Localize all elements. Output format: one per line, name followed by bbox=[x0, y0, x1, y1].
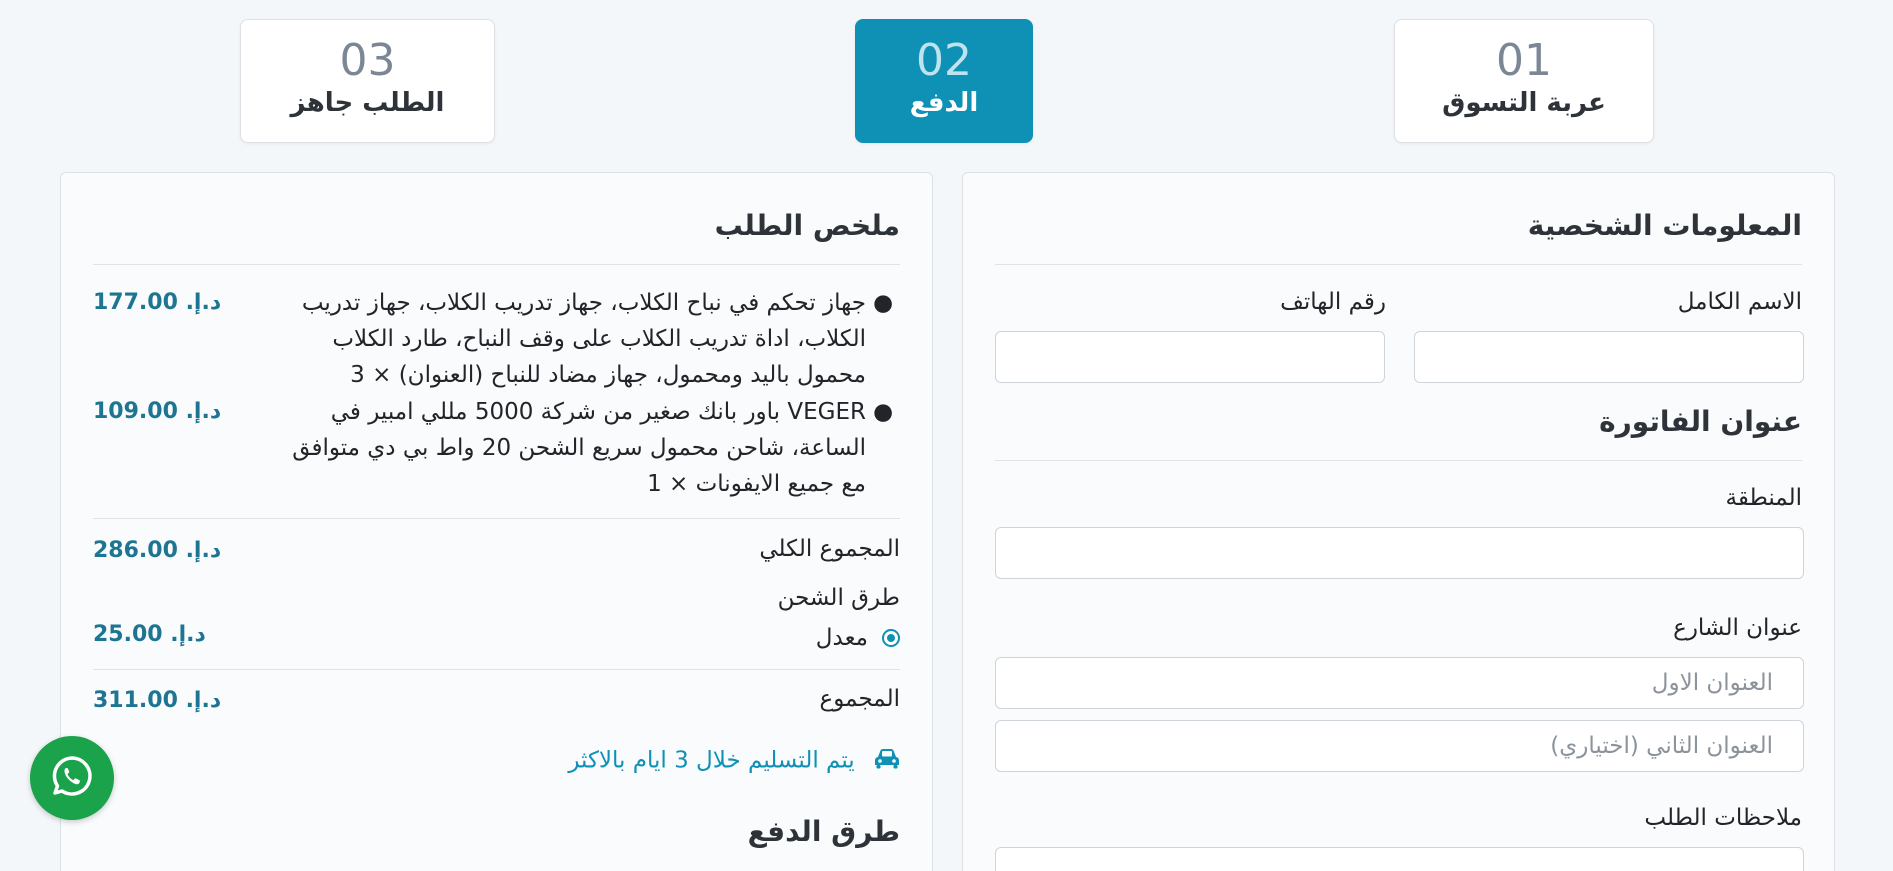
address-line2-input[interactable] bbox=[995, 720, 1804, 772]
region-label: المنطقة bbox=[1725, 485, 1802, 511]
step-label: الدفع bbox=[909, 88, 979, 118]
shipping-option-label: معدل bbox=[815, 625, 868, 651]
item-price: د.إ. 109.00 bbox=[93, 399, 222, 424]
item-price: د.إ. 177.00 bbox=[93, 290, 222, 315]
subtotal-value: د.إ. 286.00 bbox=[93, 538, 222, 563]
subtotal-label: المجموع الكلي bbox=[759, 536, 900, 562]
step-order-ready[interactable]: 03 الطلب جاهز bbox=[240, 19, 495, 143]
phone-input[interactable] bbox=[995, 331, 1385, 383]
order-summary-title: ملخص الطلب bbox=[714, 209, 900, 242]
step-label: عربة التسوق bbox=[1442, 88, 1606, 118]
full-name-input[interactable] bbox=[1414, 331, 1804, 383]
shipping-radio[interactable] bbox=[882, 629, 900, 647]
step-cart[interactable]: 01 عربة التسوق bbox=[1394, 19, 1654, 143]
step-label: الطلب جاهز bbox=[290, 88, 445, 118]
address-line1-input[interactable] bbox=[995, 657, 1804, 709]
whatsapp-icon bbox=[50, 754, 94, 802]
region-input[interactable] bbox=[995, 527, 1804, 579]
divider bbox=[995, 460, 1802, 461]
delivery-note: يتم التسليم خلال 3 ايام بالاكثر bbox=[568, 747, 900, 775]
order-notes-label: ملاحظات الطلب bbox=[1644, 805, 1802, 831]
billing-card: المعلومات الشخصية الاسم الكامل رقم الهات… bbox=[962, 172, 1835, 871]
item-description: VEGER باور بانك صغير من شركة 5000 مللي ا… bbox=[292, 399, 866, 497]
item-description: جهاز تحكم في نباح الكلاب، جهاز تدريب الك… bbox=[301, 290, 866, 388]
street-address-label: عنوان الشارع bbox=[1673, 615, 1802, 641]
total-label: المجموع bbox=[819, 686, 900, 712]
step-payment[interactable]: 02 الدفع bbox=[855, 19, 1033, 143]
shipping-methods-label: طرق الشحن bbox=[777, 585, 900, 611]
divider bbox=[93, 518, 900, 519]
personal-info-title: المعلومات الشخصية bbox=[1527, 209, 1802, 242]
shipping-value: د.إ. 25.00 bbox=[93, 622, 206, 647]
order-notes-input[interactable] bbox=[995, 847, 1804, 871]
bullet: ● bbox=[872, 399, 894, 425]
billing-address-title: عنوان الفاتورة bbox=[1599, 405, 1802, 438]
list-item: د.إ. 109.00 ● VEGER باور بانك صغير من شرك… bbox=[93, 394, 900, 502]
total-value: د.إ. 311.00 bbox=[93, 688, 222, 713]
divider bbox=[93, 669, 900, 670]
delivery-note-text: يتم التسليم خلال 3 ايام بالاكثر bbox=[568, 747, 855, 774]
car-icon bbox=[874, 747, 900, 775]
order-summary-card: ملخص الطلب د.إ. 177.00 ● جهاز تحكم في نبا… bbox=[60, 172, 933, 871]
bullet: ● bbox=[872, 290, 894, 316]
step-number: 02 bbox=[916, 35, 972, 86]
step-number: 03 bbox=[339, 35, 396, 86]
list-item: د.إ. 177.00 ● جهاز تحكم في نباح الكلاب، ج… bbox=[93, 285, 900, 393]
whatsapp-button[interactable] bbox=[30, 736, 114, 820]
phone-label: رقم الهاتف bbox=[1280, 289, 1386, 315]
full-name-label: الاسم الكامل bbox=[1677, 289, 1802, 315]
payment-methods-title: طرق الدفع bbox=[747, 815, 900, 848]
divider bbox=[995, 264, 1802, 265]
checkout-stepper: 01 عربة التسوق 02 الدفع 03 الطلب جاهز bbox=[0, 19, 1893, 143]
divider bbox=[93, 264, 900, 265]
step-number: 01 bbox=[1496, 35, 1552, 86]
